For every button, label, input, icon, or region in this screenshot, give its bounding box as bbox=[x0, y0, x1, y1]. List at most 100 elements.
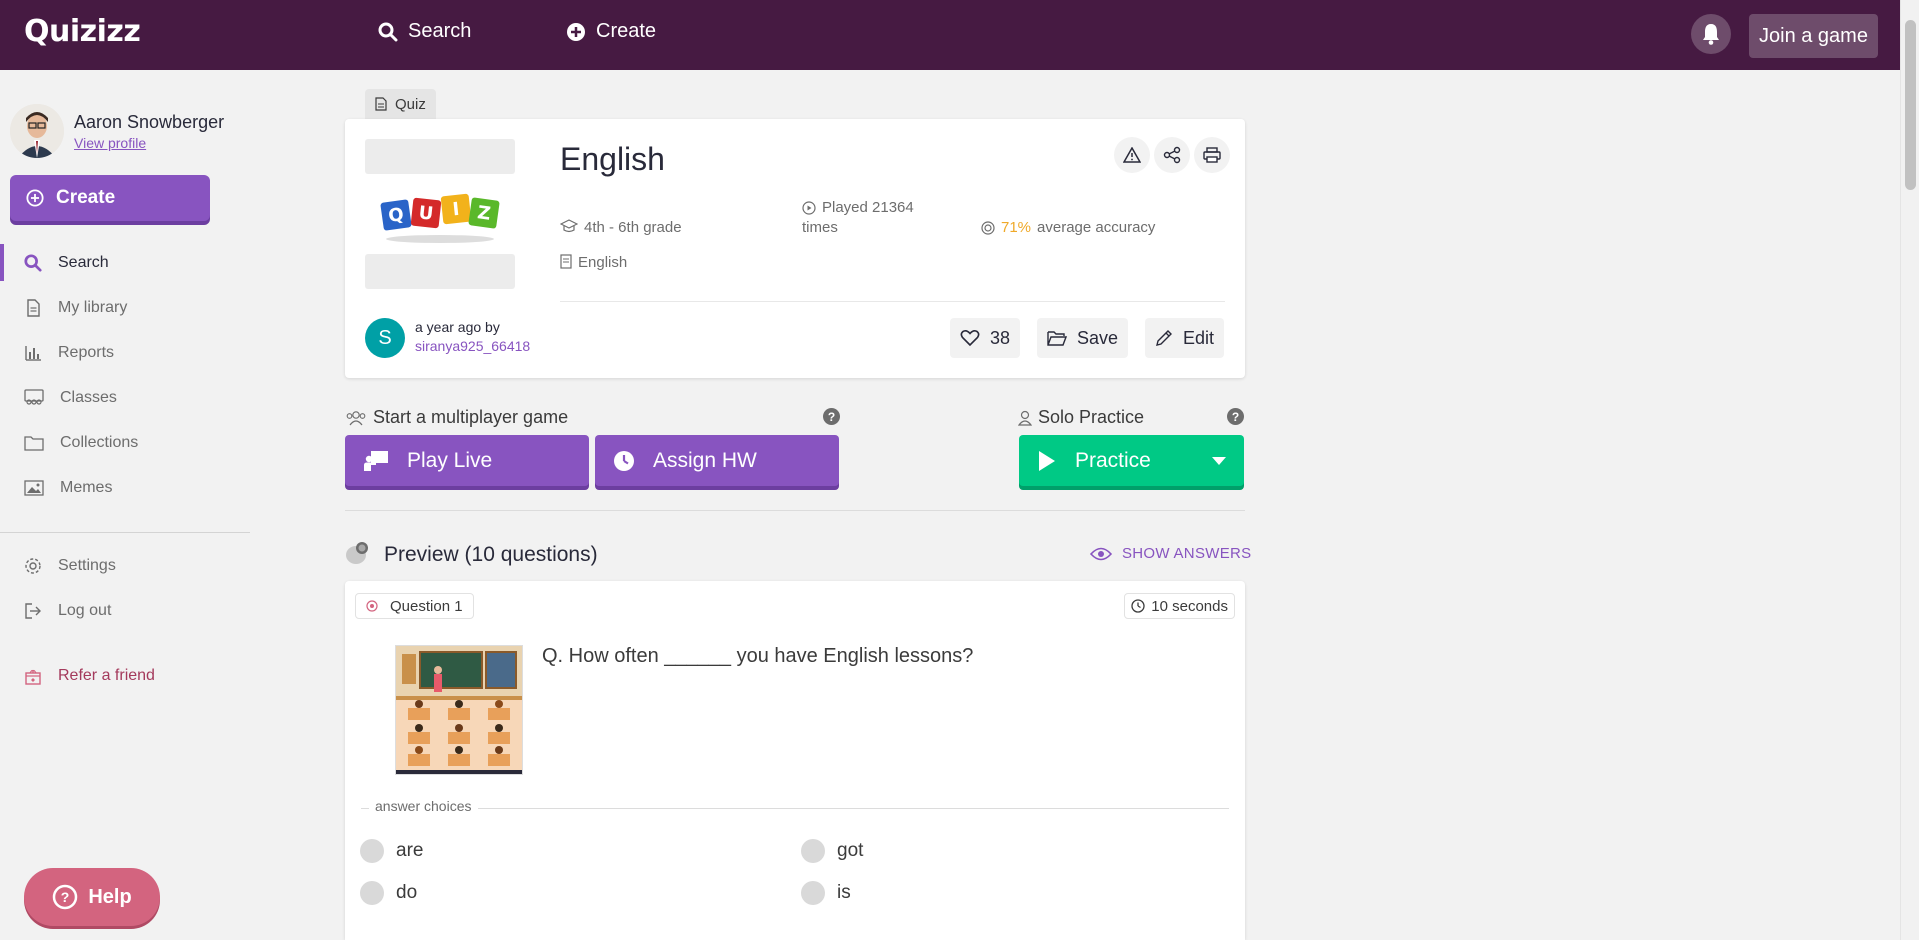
answer-choice[interactable]: are bbox=[360, 839, 423, 863]
book-icon bbox=[560, 254, 572, 269]
user-icon bbox=[1018, 410, 1032, 426]
eye-icon bbox=[1090, 547, 1112, 560]
print-button[interactable] bbox=[1194, 137, 1230, 173]
avatar[interactable] bbox=[10, 104, 64, 158]
top-search-button[interactable]: Search bbox=[378, 20, 471, 43]
play-icon bbox=[1039, 450, 1055, 471]
warning-icon bbox=[1123, 147, 1141, 163]
play-live-button[interactable]: Play Live bbox=[345, 435, 589, 486]
notifications-button[interactable] bbox=[1691, 14, 1731, 54]
multiplayer-help-icon[interactable]: ? bbox=[823, 408, 840, 425]
quiz-card: Q U I Z English 4th - 6th grade English … bbox=[345, 119, 1245, 378]
choice-radio[interactable] bbox=[801, 881, 825, 905]
answer-choice[interactable]: got bbox=[801, 839, 863, 863]
practice-button[interactable]: Practice bbox=[1019, 435, 1244, 486]
sidebar-item-classes[interactable]: Classes bbox=[0, 375, 250, 420]
preview-blob-icon bbox=[346, 542, 368, 564]
logout-icon bbox=[25, 602, 41, 619]
question-number-badge: Question 1 bbox=[355, 593, 474, 619]
top-create-button[interactable]: Create bbox=[566, 20, 656, 43]
sidebar-item-label: Reports bbox=[58, 343, 115, 361]
question-image[interactable] bbox=[395, 645, 523, 775]
settings-label: Settings bbox=[58, 556, 116, 574]
answer-choices-divider bbox=[361, 808, 1229, 809]
top-search-label: Search bbox=[408, 20, 472, 42]
document-icon bbox=[375, 97, 387, 111]
quizizz-logo[interactable]: Quizizz bbox=[24, 14, 141, 49]
sidebar-item-search[interactable]: Search bbox=[0, 240, 250, 285]
plus-circle-icon bbox=[26, 189, 44, 207]
sidebar-create-button[interactable]: Create bbox=[10, 175, 210, 221]
sidebar-item-collections[interactable]: Collections bbox=[0, 420, 250, 465]
gift-icon bbox=[25, 669, 41, 685]
likes-count: 38 bbox=[990, 327, 1011, 348]
assign-hw-label: Assign HW bbox=[653, 448, 757, 472]
sidebar-item-label: Classes bbox=[60, 388, 117, 406]
share-button[interactable] bbox=[1154, 137, 1190, 173]
assign-hw-button[interactable]: Assign HW bbox=[595, 435, 839, 486]
scrollbar-thumb[interactable] bbox=[1905, 20, 1916, 190]
choice-label: is bbox=[837, 882, 851, 903]
sidebar-item-reports[interactable]: Reports bbox=[0, 330, 250, 375]
sidebar-item-refer[interactable]: Refer a friend bbox=[0, 653, 250, 698]
subject-label: English bbox=[578, 254, 628, 271]
quiz-tag-label: Quiz bbox=[395, 95, 426, 113]
played-line-1: Played 21364 bbox=[822, 199, 914, 216]
played-info: Played 21364 bbox=[802, 199, 914, 216]
sidebar-item-label: Collections bbox=[60, 433, 139, 451]
create-label: Create bbox=[56, 187, 116, 208]
question-card: Question 1 10 seconds Q. How often _____… bbox=[345, 581, 1245, 940]
answer-choice[interactable]: do bbox=[360, 881, 417, 905]
join-game-button[interactable]: Join a game bbox=[1749, 14, 1878, 58]
show-answers-label: SHOW ANSWERS bbox=[1122, 545, 1252, 562]
save-button[interactable]: Save bbox=[1037, 318, 1129, 358]
sidebar-item-logout[interactable]: Log out bbox=[0, 588, 250, 633]
document-icon bbox=[27, 298, 40, 317]
caret-down-icon[interactable] bbox=[1212, 457, 1226, 465]
edit-button[interactable]: Edit bbox=[1145, 318, 1225, 358]
sidebar-item-memes[interactable]: Memes bbox=[0, 465, 250, 510]
share-icon bbox=[1163, 146, 1181, 164]
solo-heading: Solo Practice bbox=[1018, 407, 1144, 428]
classroom-illustration bbox=[396, 646, 522, 774]
question-number: Question 1 bbox=[390, 597, 463, 615]
play-live-label: Play Live bbox=[407, 448, 493, 472]
section-divider bbox=[345, 510, 1245, 511]
author-avatar[interactable]: S bbox=[365, 318, 405, 358]
search-icon bbox=[24, 253, 42, 272]
choice-label: do bbox=[396, 882, 418, 903]
like-button[interactable]: 38 bbox=[950, 318, 1021, 358]
heart-icon bbox=[960, 330, 980, 347]
sidebar-item-label: Search bbox=[58, 253, 109, 271]
page-scrollbar[interactable] bbox=[1900, 0, 1919, 940]
choice-radio[interactable] bbox=[801, 839, 825, 863]
preview-title: Preview (10 questions) bbox=[384, 543, 598, 566]
printer-icon bbox=[1203, 147, 1221, 163]
subject-info: English bbox=[560, 254, 627, 271]
question-time: 10 seconds bbox=[1151, 597, 1228, 615]
user-name: Aaron Snowberger bbox=[74, 111, 225, 132]
quiz-title: English bbox=[560, 141, 665, 177]
profile-text: Aaron Snowberger View profile bbox=[74, 112, 224, 151]
choice-radio[interactable] bbox=[360, 881, 384, 905]
answer-choice[interactable]: is bbox=[801, 881, 851, 905]
solo-help-icon[interactable]: ? bbox=[1227, 408, 1244, 425]
bell-icon bbox=[1703, 24, 1719, 45]
report-button[interactable] bbox=[1114, 137, 1150, 173]
sidebar-item-settings[interactable]: Settings bbox=[0, 543, 250, 588]
help-button[interactable]: ? Help bbox=[24, 868, 160, 926]
grade-label: 4th - 6th grade bbox=[584, 219, 682, 236]
sidebar-item-my-library[interactable]: My library bbox=[0, 285, 250, 330]
question-circle-icon: ? bbox=[53, 884, 78, 910]
edit-label: Edit bbox=[1183, 327, 1215, 348]
quiz-blocks-image: Q U I Z bbox=[380, 193, 500, 243]
card-divider bbox=[560, 301, 1225, 302]
solo-label: Solo Practice bbox=[1038, 407, 1145, 427]
choice-radio[interactable] bbox=[360, 839, 384, 863]
show-answers-button[interactable]: SHOW ANSWERS bbox=[1090, 545, 1251, 562]
radio-target-icon bbox=[366, 600, 378, 612]
choice-label: are bbox=[396, 840, 424, 861]
author-name-link[interactable]: siranya925_66418 bbox=[415, 338, 530, 354]
logout-label: Log out bbox=[58, 601, 112, 619]
view-profile-link[interactable]: View profile bbox=[74, 135, 224, 151]
